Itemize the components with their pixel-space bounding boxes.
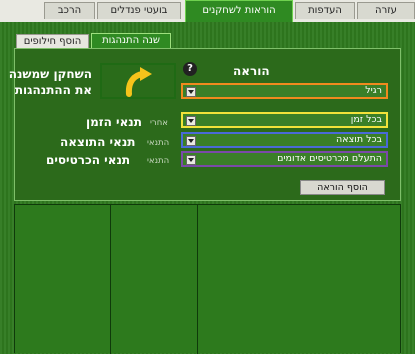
question-circle-icon[interactable]: ? <box>183 62 197 76</box>
tab-preferences[interactable]: העדפות <box>295 2 355 19</box>
table-column-divider <box>197 205 198 354</box>
time-condition-select[interactable]: בכל זמן <box>181 112 388 128</box>
chevron-down-icon <box>186 155 196 165</box>
tab-help-label: עזרה <box>375 5 397 16</box>
cards-prefix: התנאי <box>147 156 170 166</box>
chevron-down-icon <box>186 87 196 97</box>
result-condition-value: בכל תוצאה <box>336 134 382 145</box>
chevron-down-icon <box>186 116 196 126</box>
cards-condition-value: התעלם מכרטיסים אדומים <box>277 153 382 164</box>
tab-penalty-takers-label: בועטי פנדלים <box>110 5 168 16</box>
tab-preferences-label: העדפות <box>308 5 342 16</box>
time-prefix: אחרי <box>150 118 168 128</box>
player-change-label: השחקן שמשנה את ההתנהגות <box>8 67 92 97</box>
curved-arrow-icon <box>125 67 152 97</box>
result-condition-label: תנאי התוצאה <box>60 135 136 149</box>
instruction-select[interactable]: רגיל <box>181 83 388 99</box>
result-condition-select[interactable]: בכל תוצאה <box>181 132 388 148</box>
cards-condition-select[interactable]: התעלם מכרטיסים אדומים <box>181 151 388 167</box>
subtab-change-behavior-label: שנה התנהגות <box>102 35 160 46</box>
tab-help[interactable]: עזרה <box>357 2 415 19</box>
tab-player-instructions-label: הוראות לשחקנים <box>202 5 276 16</box>
table-column-divider <box>110 205 111 354</box>
add-instruction-button[interactable]: הוסף הוראה <box>300 180 385 195</box>
time-condition-label: תנאי הזמן <box>86 115 142 129</box>
top-tab-bar: עזרה העדפות הוראות לשחקנים בועטי פנדלים … <box>0 0 415 22</box>
tab-player-instructions[interactable]: הוראות לשחקנים <box>185 0 293 22</box>
tab-lineup-label: הרכב <box>57 5 82 16</box>
add-instruction-button-label: הוסף הוראה <box>317 182 368 193</box>
subtab-add-substitutions-label: הוסף חילופים <box>23 36 82 47</box>
player-drop-target[interactable] <box>100 63 176 99</box>
instruction-heading: הוראה <box>233 64 270 78</box>
chevron-down-icon <box>186 136 196 146</box>
tab-penalty-takers[interactable]: בועטי פנדלים <box>97 2 181 19</box>
instructions-table <box>14 204 401 354</box>
cards-condition-label: תנאי הכרטיסים <box>46 153 131 167</box>
instruction-select-value: רגיל <box>365 85 382 96</box>
time-condition-value: בכל זמן <box>350 114 382 125</box>
tab-lineup[interactable]: הרכב <box>44 2 95 19</box>
result-prefix: התנאי <box>147 138 170 148</box>
